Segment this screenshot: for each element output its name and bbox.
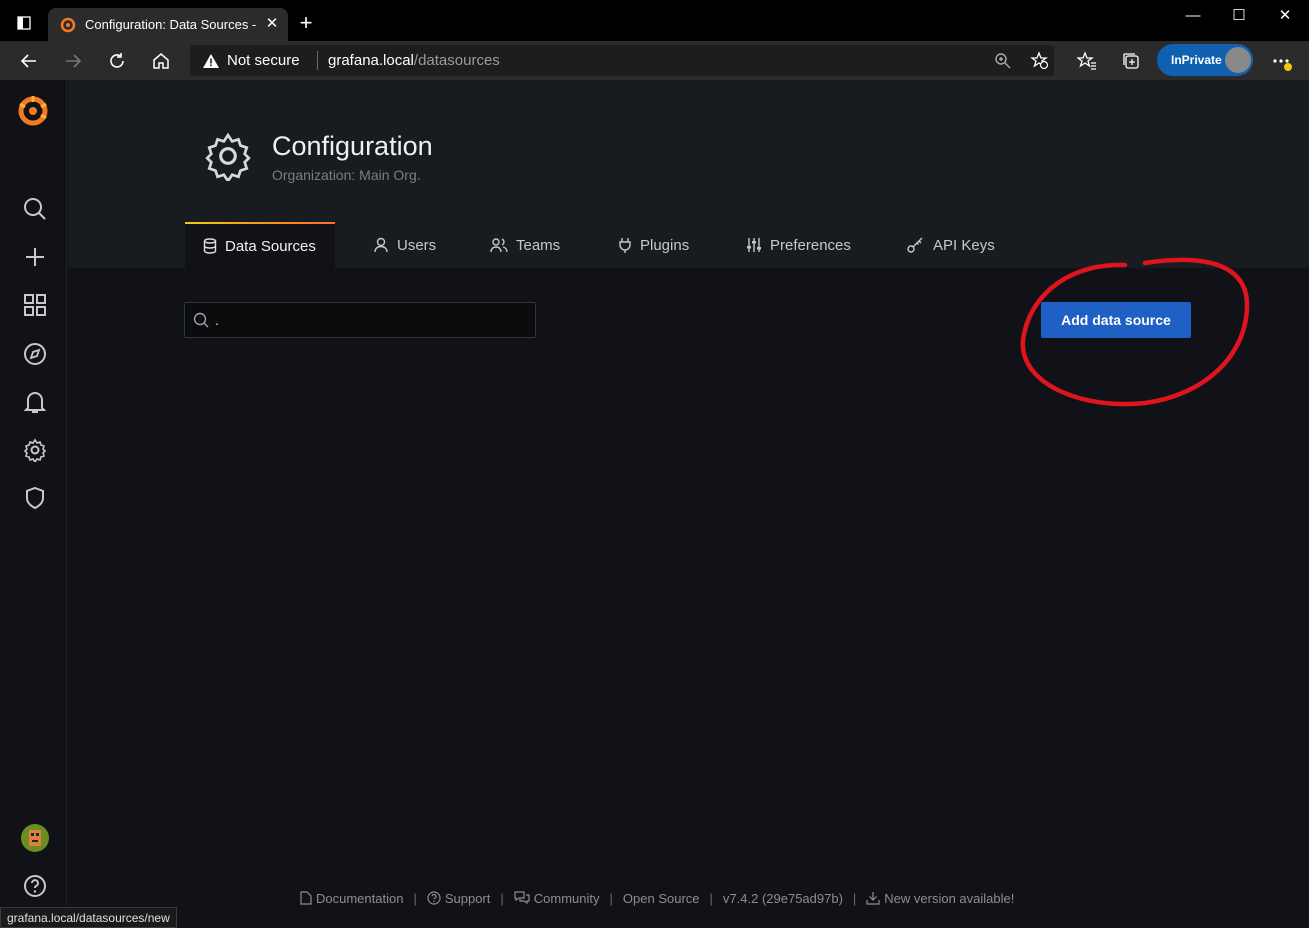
user-avatar[interactable] bbox=[21, 824, 49, 852]
url-text[interactable]: grafana.local/datasources bbox=[328, 52, 500, 69]
database-icon bbox=[203, 238, 217, 254]
add-favorite-icon[interactable] bbox=[1030, 51, 1049, 75]
annotation-circle bbox=[1020, 257, 1250, 407]
footer-version: v7.4.2 (29e75ad97b) bbox=[723, 891, 843, 906]
tab-close-icon[interactable]: ✕ bbox=[262, 14, 282, 34]
create-plus-icon[interactable] bbox=[21, 243, 49, 271]
plug-icon bbox=[619, 238, 631, 253]
server-admin-shield-icon[interactable] bbox=[21, 484, 49, 512]
page-title: Configuration bbox=[272, 131, 433, 161]
footer-support: Support bbox=[444, 890, 491, 906]
tab-preferences[interactable]: Preferences bbox=[728, 222, 869, 268]
explore-compass-icon[interactable] bbox=[21, 340, 49, 368]
footer: Documentation | Support | Community | Op… bbox=[300, 888, 1014, 908]
user-icon bbox=[374, 237, 388, 253]
tab-plugins[interactable]: Plugins bbox=[600, 222, 707, 268]
footer-documentation: Documentation bbox=[316, 890, 404, 906]
alerting-bell-icon[interactable] bbox=[21, 388, 49, 416]
download-icon bbox=[866, 892, 880, 905]
inprivate-label: InPrivate bbox=[1171, 53, 1222, 67]
inprivate-badge[interactable]: InPrivate bbox=[1157, 44, 1253, 76]
footer-version-text: v7.4.2 (29e75ad97b) bbox=[722, 890, 843, 906]
comments-icon bbox=[514, 891, 530, 905]
footer-new-version-link[interactable]: New version available! bbox=[866, 891, 1014, 906]
dashboards-icon[interactable] bbox=[21, 291, 49, 319]
footer-new-version: New version available! bbox=[884, 890, 1015, 906]
search-icon bbox=[193, 312, 209, 333]
new-tab-button[interactable]: + bbox=[294, 12, 318, 36]
footer-community: Community bbox=[533, 890, 600, 906]
search-value: . bbox=[215, 312, 219, 328]
url-host: grafana.local bbox=[328, 52, 414, 69]
warning-icon[interactable] bbox=[202, 53, 220, 74]
close-window-button[interactable]: ✕ bbox=[1270, 6, 1300, 26]
back-button[interactable] bbox=[17, 49, 41, 73]
footer-divider: | bbox=[709, 890, 713, 906]
address-bar[interactable]: Not secure grafana.local/datasources bbox=[190, 45, 1054, 76]
minimize-button[interactable]: — bbox=[1178, 6, 1208, 26]
maximize-button[interactable]: ☐ bbox=[1224, 6, 1254, 26]
tab-label: Users bbox=[397, 236, 437, 254]
footer-divider: | bbox=[609, 890, 613, 906]
footer-divider: | bbox=[852, 890, 857, 906]
tab-users[interactable]: Users bbox=[355, 222, 454, 268]
footer-open-source: Open Source bbox=[622, 890, 700, 906]
tab-api-keys[interactable]: API Keys bbox=[889, 222, 1013, 268]
tab-data-sources[interactable]: Data Sources bbox=[185, 222, 335, 268]
footer-documentation-link[interactable]: Documentation bbox=[300, 891, 403, 906]
grafana-logo-icon[interactable] bbox=[15, 93, 51, 129]
tab-label: Preferences bbox=[770, 236, 851, 254]
collections-icon[interactable] bbox=[1119, 49, 1143, 73]
browser-toolbar: Not secure grafana.local/datasources InP… bbox=[0, 41, 1309, 80]
search-input[interactable]: . bbox=[184, 302, 536, 338]
browser-titlebar: Configuration: Data Sources - Gr ✕ + — ☐… bbox=[0, 0, 1309, 41]
address-divider bbox=[317, 51, 318, 70]
help-icon[interactable] bbox=[21, 872, 49, 900]
tab-label: API Keys bbox=[933, 236, 995, 254]
zoom-icon[interactable] bbox=[994, 52, 1011, 74]
tab-label: Teams bbox=[516, 236, 561, 254]
security-status[interactable]: Not secure bbox=[227, 52, 300, 69]
tab-teams[interactable]: Teams bbox=[472, 222, 578, 268]
footer-divider: | bbox=[413, 890, 417, 906]
document-icon bbox=[300, 891, 312, 905]
forward-button[interactable] bbox=[61, 49, 85, 73]
key-icon bbox=[907, 237, 923, 253]
footer-community-link[interactable]: Community bbox=[514, 891, 600, 906]
configuration-gear-icon[interactable] bbox=[21, 436, 49, 464]
favorites-icon[interactable] bbox=[1075, 49, 1099, 73]
status-url-tooltip: grafana.local/datasources/new bbox=[0, 907, 177, 928]
footer-support-link[interactable]: Support bbox=[427, 890, 491, 906]
sliders-icon bbox=[747, 238, 761, 252]
tab-label: Plugins bbox=[640, 236, 690, 254]
browser-tab[interactable]: Configuration: Data Sources - Gr ✕ bbox=[48, 8, 288, 41]
tab-label: Data Sources bbox=[225, 237, 316, 255]
support-icon bbox=[427, 891, 441, 905]
configuration-header-icon bbox=[203, 131, 253, 184]
profile-avatar bbox=[1225, 47, 1251, 73]
tab-actions-icon[interactable] bbox=[16, 15, 32, 31]
home-button[interactable] bbox=[149, 49, 173, 73]
page-subtitle: Organization: Main Org. bbox=[272, 167, 421, 183]
footer-divider: | bbox=[500, 890, 504, 906]
footer-open-source-link[interactable]: Open Source bbox=[623, 891, 700, 906]
refresh-button[interactable] bbox=[105, 49, 129, 73]
search-icon[interactable] bbox=[21, 195, 49, 223]
url-path: /datasources bbox=[413, 52, 500, 69]
grafana-favicon-icon bbox=[60, 17, 76, 33]
more-options-icon[interactable] bbox=[1270, 49, 1294, 73]
side-menu bbox=[0, 80, 67, 928]
users-icon bbox=[490, 238, 508, 253]
tab-title: Configuration: Data Sources - Gr bbox=[85, 17, 257, 32]
